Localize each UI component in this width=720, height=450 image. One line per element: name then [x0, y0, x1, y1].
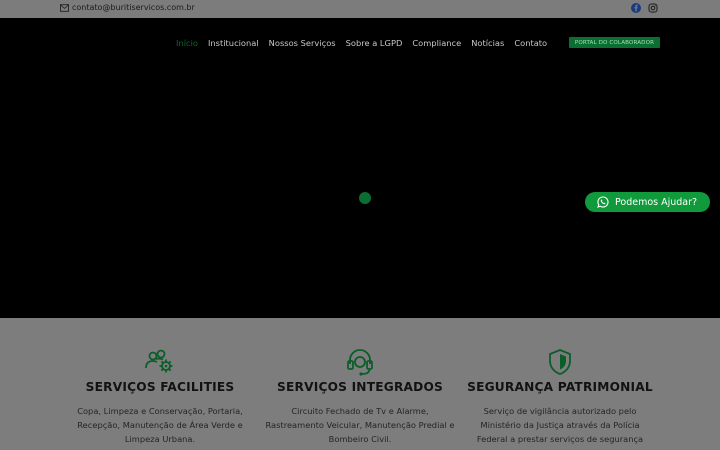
whatsapp-label: Podemos Ajudar?: [615, 196, 698, 208]
shield-icon: [549, 349, 571, 375]
team-gear-icon: [145, 349, 173, 373]
loading-indicator: [359, 192, 371, 204]
email-text: contato@buritiservicos.com.br: [72, 3, 195, 12]
portal-colaborador-button[interactable]: PORTAL DO COLABORADOR: [569, 37, 660, 48]
main-navigation: Início Institucional Nossos Serviços Sob…: [176, 38, 547, 48]
nav-item-contato[interactable]: Contato: [514, 38, 547, 48]
service-title: SERVIÇOS INTEGRADOS: [276, 380, 444, 394]
service-description: Copa, Limpeza e Conservação, Portaria, R…: [77, 406, 243, 444]
services-section: SERVIÇOS FACILITIES Copa, Limpeza e Cons…: [0, 318, 720, 450]
service-title: SERVIÇOS FACILITIES: [85, 380, 235, 394]
service-description: Circuito Fechado de Tv e Alarme, Rastrea…: [265, 406, 455, 444]
whatsapp-icon: [597, 196, 609, 208]
nav-item-institucional[interactable]: Institucional: [208, 38, 259, 48]
service-description: Serviço de vigilância autorizado pelo Mi…: [476, 406, 644, 444]
envelope-icon: [60, 3, 69, 12]
instagram-icon[interactable]: [648, 3, 658, 13]
social-links: [631, 3, 658, 13]
nav-item-inicio[interactable]: Início: [176, 38, 198, 48]
headset-icon: [347, 349, 373, 376]
top-info-bar: contato@buritiservicos.com.br: [0, 0, 720, 18]
nav-item-nossos-servicos[interactable]: Nossos Serviços: [269, 38, 336, 48]
service-title: SEGURANÇA PATRIMONIAL: [467, 380, 653, 394]
nav-item-noticias[interactable]: Notícias: [471, 38, 504, 48]
nav-item-compliance[interactable]: Compliance: [412, 38, 461, 48]
contact-email[interactable]: contato@buritiservicos.com.br: [60, 3, 195, 12]
facebook-icon[interactable]: [631, 3, 641, 13]
nav-item-sobre-lgpd[interactable]: Sobre a LGPD: [346, 38, 403, 48]
whatsapp-chat-button[interactable]: Podemos Ajudar?: [585, 192, 710, 212]
